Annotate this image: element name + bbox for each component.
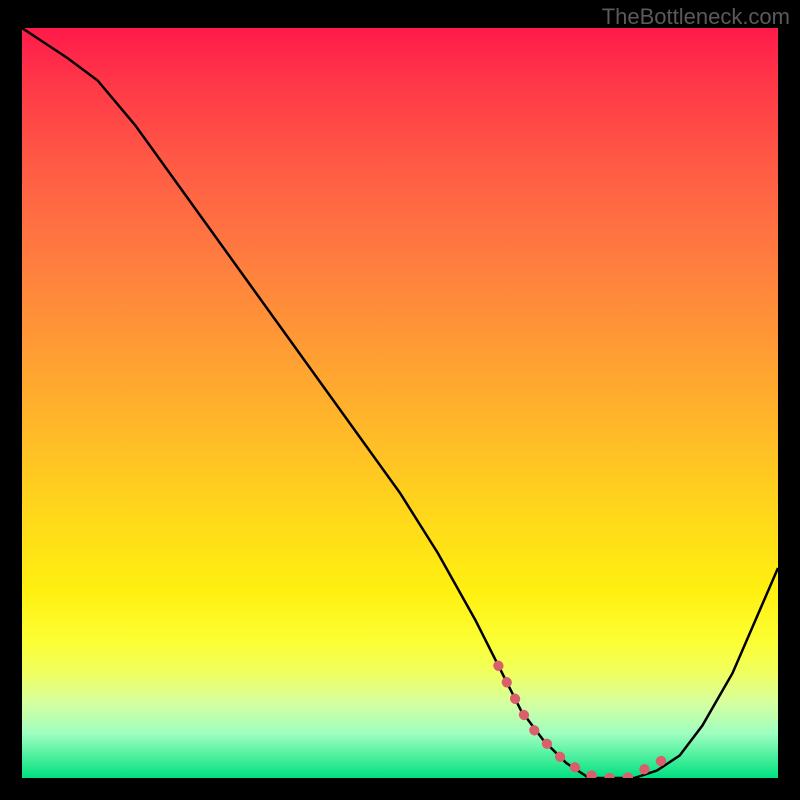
- chart-svg: [22, 28, 778, 778]
- chart-plot-area: [22, 28, 778, 778]
- attribution-text: TheBottleneck.com: [602, 4, 790, 30]
- bottleneck-curve-line: [22, 28, 778, 778]
- optimal-range-dots: [498, 666, 672, 779]
